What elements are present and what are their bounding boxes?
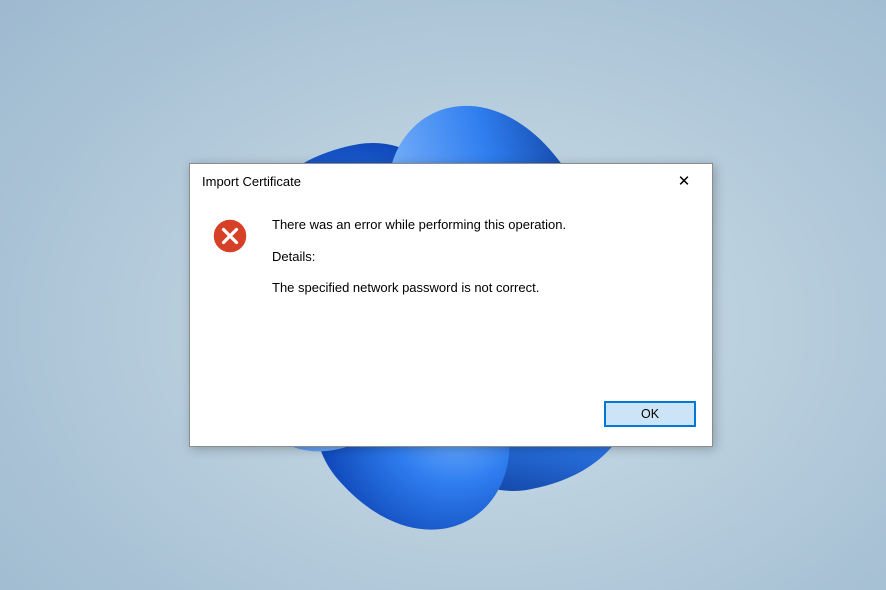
error-details-label: Details: [272,248,692,266]
close-icon: ✕ [678,174,691,189]
dialog-text-column: There was an error while performing this… [262,216,692,384]
error-message-main: There was an error while performing this… [272,216,692,234]
error-dialog: Import Certificate ✕ There was an error … [189,163,713,447]
dialog-titlebar: Import Certificate ✕ [190,164,712,198]
ok-button-label: OK [641,407,659,421]
close-button[interactable]: ✕ [664,167,704,195]
ok-button[interactable]: OK [604,401,696,427]
dialog-title: Import Certificate [202,174,301,189]
error-icon [212,218,248,254]
dialog-footer: OK [190,394,712,446]
dialog-content: There was an error while performing this… [190,198,712,394]
error-details-text: The specified network password is not co… [272,279,692,297]
dialog-icon-column [212,216,262,384]
